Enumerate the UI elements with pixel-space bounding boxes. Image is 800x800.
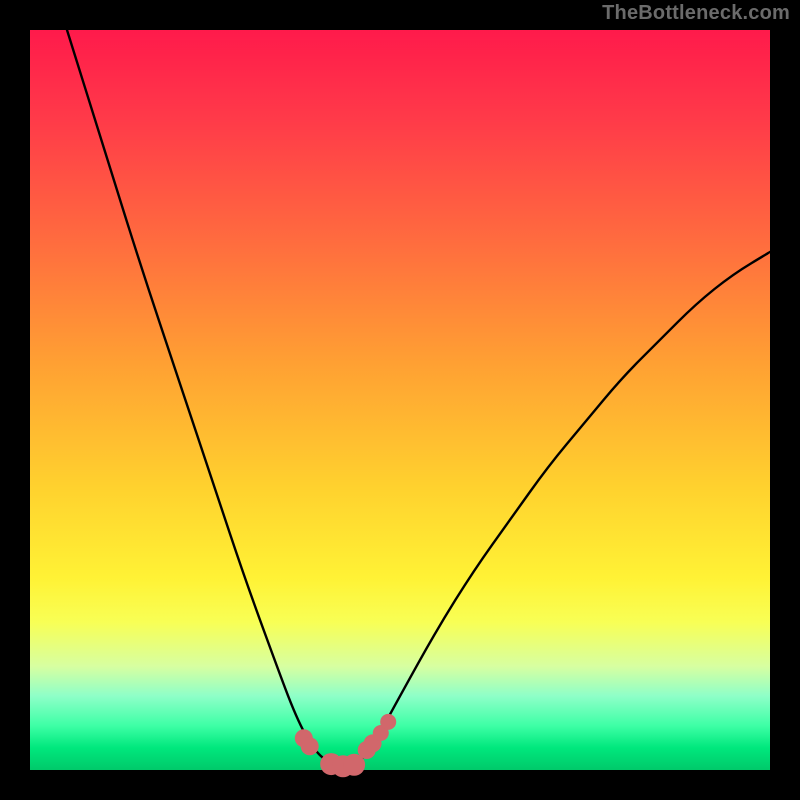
marker-dot (301, 737, 319, 755)
curve-layer (30, 30, 770, 770)
plot-area (30, 30, 770, 770)
watermark-text: TheBottleneck.com (602, 2, 790, 25)
bottleneck-curve (67, 30, 770, 766)
marker-group (295, 714, 396, 777)
chart-frame: TheBottleneck.com (0, 0, 800, 800)
marker-dot (380, 714, 396, 730)
